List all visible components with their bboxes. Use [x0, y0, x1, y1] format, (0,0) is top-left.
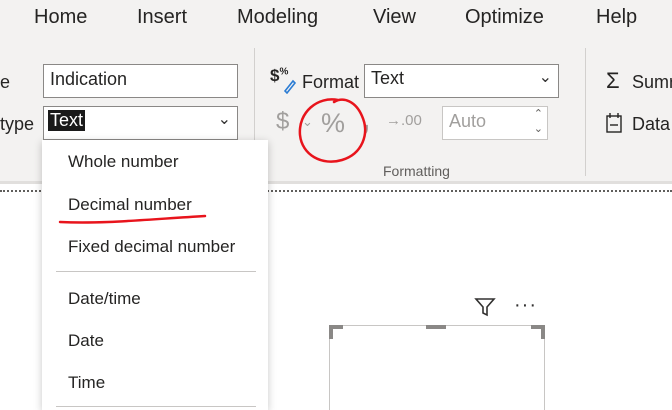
dropdown-divider — [56, 406, 256, 407]
data-category-label[interactable]: Data — [632, 114, 670, 135]
comma-icon[interactable]: , — [362, 104, 370, 136]
format-label: Format — [302, 72, 360, 92]
menu-view[interactable]: View — [373, 6, 416, 29]
option-date-time[interactable]: Date/time — [68, 289, 141, 309]
percent-icon[interactable]: % — [321, 108, 345, 139]
menu-optimize[interactable]: Optimize — [465, 6, 544, 29]
menu-modeling[interactable]: Modeling — [237, 6, 318, 29]
spinner-arrows-icon[interactable]: ⌃ ⌄ — [534, 107, 543, 137]
currency-icon[interactable]: $ — [276, 108, 289, 136]
resize-handle[interactable] — [426, 325, 446, 329]
menu-bar: Home Insert Modeling View Optimize Help — [0, 0, 672, 38]
decimal-places-value: Auto — [449, 111, 487, 131]
summarization-label[interactable]: Sumr — [632, 72, 672, 93]
decimal-places-icon[interactable]: →.00 — [386, 112, 422, 129]
filter-icon[interactable] — [474, 296, 496, 324]
data-type-value: Text — [48, 110, 86, 131]
more-options-icon[interactable]: ··· — [514, 294, 537, 317]
data-type-label: type — [0, 114, 35, 134]
data-type-select[interactable]: Text ⌄ — [43, 106, 238, 140]
formatting-group-label: Formatting — [383, 163, 450, 179]
format-value: Text — [371, 68, 405, 88]
currency-dropdown-icon[interactable]: ⌄ — [302, 114, 313, 130]
chevron-down-icon: ⌄ — [217, 111, 231, 128]
menu-help[interactable]: Help — [596, 6, 637, 29]
data-category-icon — [606, 113, 622, 133]
format-select[interactable]: Text ⌄ — [364, 64, 559, 98]
option-whole-number[interactable]: Whole number — [68, 152, 179, 172]
resize-handle[interactable] — [541, 325, 545, 339]
data-type-dropdown: Whole number Decimal number Fixed decima… — [42, 140, 268, 410]
option-decimal-number[interactable]: Decimal number — [68, 195, 192, 215]
dropdown-divider — [56, 271, 256, 272]
sigma-icon: Σ — [606, 68, 620, 93]
option-time[interactable]: Time — [68, 373, 105, 393]
menu-insert[interactable]: Insert — [137, 6, 187, 29]
decimal-places-input[interactable]: Auto ⌃ ⌄ — [442, 106, 548, 140]
name-input[interactable]: Indication — [43, 64, 238, 98]
chevron-down-icon: ⌄ — [538, 69, 552, 86]
format-pencil-icon — [283, 79, 296, 94]
name-label: e — [0, 72, 11, 92]
menu-home[interactable]: Home — [34, 6, 87, 29]
resize-handle[interactable] — [329, 325, 333, 339]
option-fixed-decimal-number[interactable]: Fixed decimal number — [68, 237, 235, 257]
visual-placeholder[interactable] — [329, 325, 545, 410]
ribbon-separator — [585, 48, 586, 176]
option-date[interactable]: Date — [68, 331, 104, 351]
